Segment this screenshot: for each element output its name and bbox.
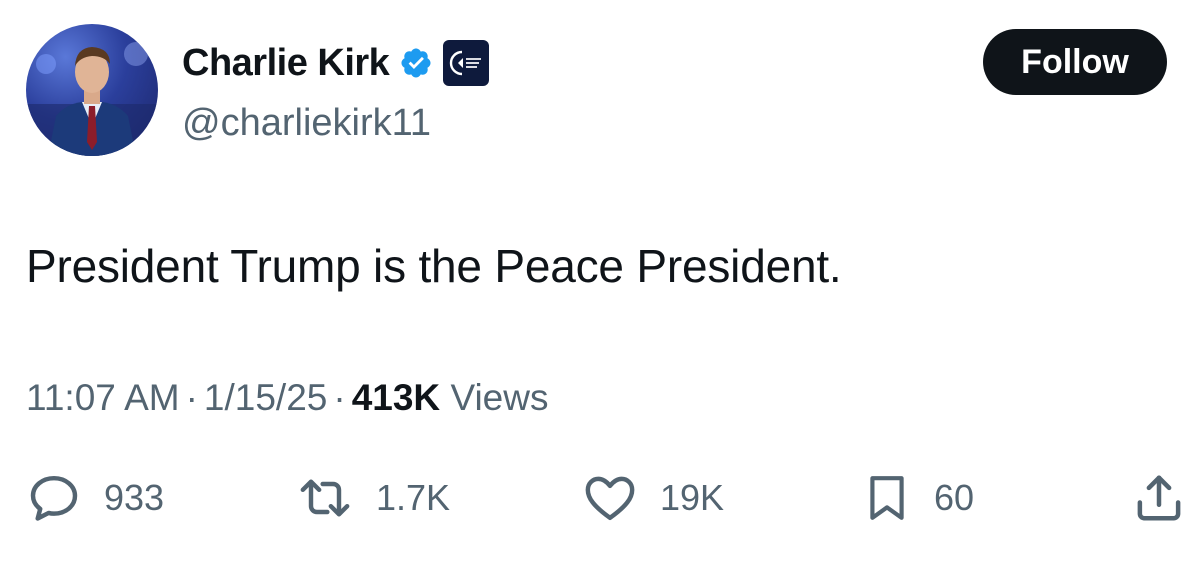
like-count: 19K xyxy=(660,477,725,518)
meta-separator: · xyxy=(333,377,346,418)
retweet-count: 1.7K xyxy=(376,477,451,518)
like-button[interactable]: 19K xyxy=(582,468,724,528)
share-icon xyxy=(1137,475,1181,521)
bookmark-button[interactable]: 60 xyxy=(862,468,974,528)
reply-count: 933 xyxy=(104,477,165,518)
heart-icon xyxy=(585,476,635,521)
turning-point-usa-logo xyxy=(450,50,482,76)
meta-separator: · xyxy=(185,377,198,418)
affiliate-badge-icon[interactable] xyxy=(443,40,490,86)
retweet-icon xyxy=(300,479,350,517)
author-name-row: Charlie Kirk xyxy=(182,40,490,86)
tweet-time[interactable]: 11:07 AM xyxy=(26,377,180,418)
tweet-text: President Trump is the Peace President. xyxy=(26,240,842,292)
tweet-metadata: 11:07 AM · 1/15/25 · 413K Views xyxy=(26,374,548,422)
avatar-image xyxy=(26,42,158,156)
tweet-date[interactable]: 1/15/25 xyxy=(204,377,327,418)
views-label[interactable]: Views xyxy=(450,377,548,418)
reply-button[interactable]: 933 xyxy=(26,468,164,528)
bookmark-count: 60 xyxy=(934,477,975,518)
views-count[interactable]: 413K xyxy=(352,377,440,418)
share-button[interactable] xyxy=(1132,468,1186,528)
retweet-button[interactable]: 1.7K xyxy=(296,468,450,528)
author-display-name[interactable]: Charlie Kirk xyxy=(182,40,390,86)
verified-badge-icon[interactable] xyxy=(399,46,433,80)
author-handle[interactable]: @charliekirk11 xyxy=(182,100,431,146)
follow-button[interactable]: Follow xyxy=(983,29,1167,95)
bookmark-icon xyxy=(870,476,904,520)
action-bar: 933 1.7K 19K 60 xyxy=(0,468,1200,528)
tweet-card: Charlie Kirk @charliekirk11 Follow Presi… xyxy=(0,0,1200,572)
avatar[interactable] xyxy=(26,24,158,156)
reply-icon xyxy=(30,475,78,521)
